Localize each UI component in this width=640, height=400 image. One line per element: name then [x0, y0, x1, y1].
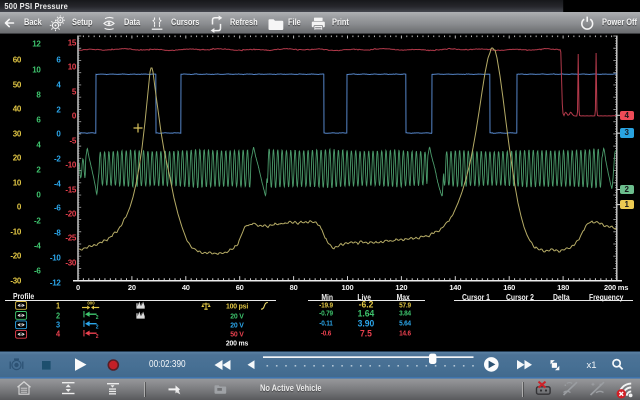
svg-text:000: 000 — [87, 301, 95, 306]
svg-text:2: 2 — [96, 324, 99, 330]
svg-text:2: 2 — [96, 334, 99, 340]
svg-text:2: 2 — [96, 315, 99, 321]
